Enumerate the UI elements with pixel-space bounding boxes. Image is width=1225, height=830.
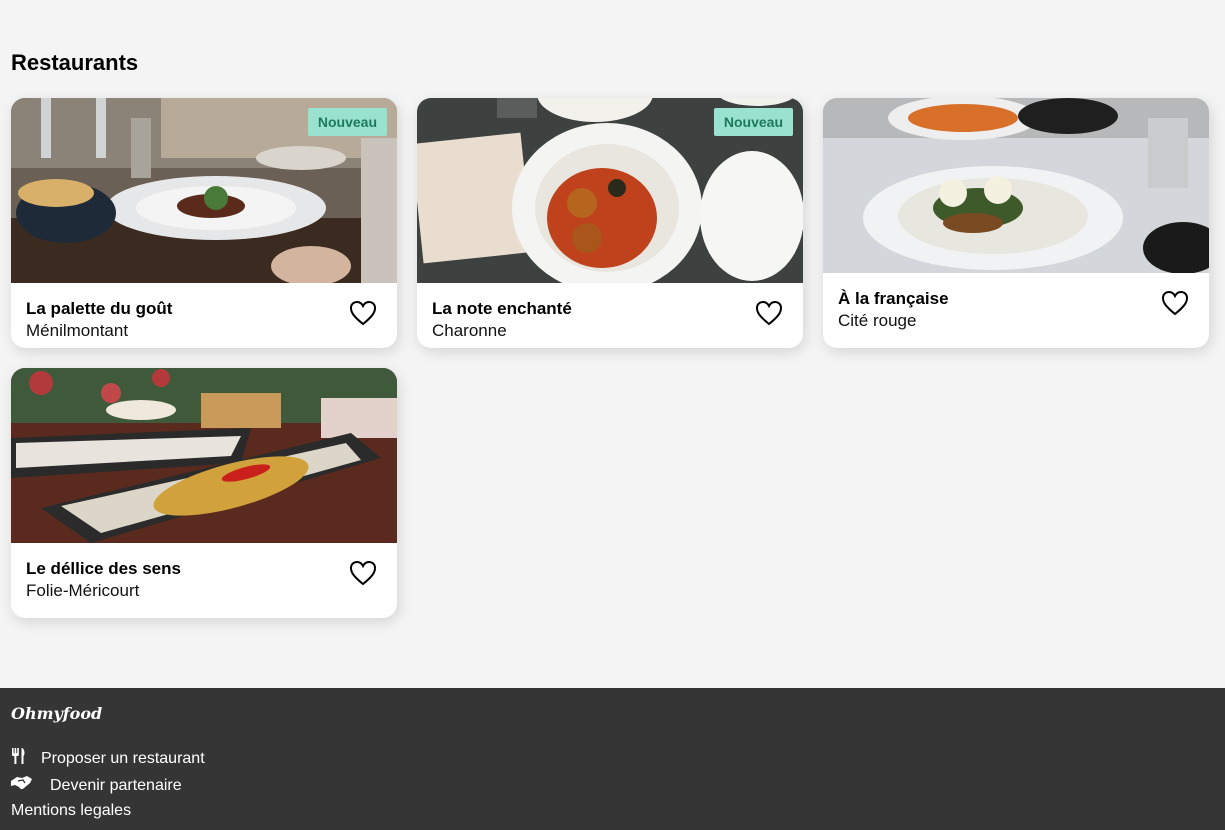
restaurant-name: La palette du goût [26,299,173,318]
restaurant-area: Folie-Méricourt [26,581,140,600]
restaurant-photo [823,98,1209,273]
heart-outline-icon[interactable] [755,300,783,326]
footer-link-become-partner[interactable]: Devenir partenaire [11,775,182,796]
restaurant-area: Cité rouge [838,311,917,330]
restaurant-area: Charonne [432,321,507,340]
restaurant-card[interactable]: À la française Cité rouge [823,98,1209,348]
restaurant-name: À la française [838,289,949,308]
restaurant-card[interactable]: Nouveau La note enchanté Charonne [417,98,803,348]
restaurant-photo [11,368,397,543]
heart-outline-icon[interactable] [349,300,377,326]
footer-link-label: Mentions legales [11,802,132,819]
heart-outline-icon[interactable] [1161,290,1189,316]
footer-link-label: Proposer un restaurant [41,749,205,767]
page-title: Restaurants [11,50,139,75]
footer-link-label: Devenir partenaire [50,776,182,794]
handshake-icon [11,775,32,796]
restaurant-card[interactable]: Le déllice des sens Folie-Méricourt [11,368,397,618]
footer-logo[interactable]: Ohmyfood [11,704,102,723]
restaurant-area: Ménilmontant [26,321,129,340]
restaurant-name: Le déllice des sens [26,559,181,578]
new-badge: Nouveau [713,108,793,136]
restaurant-name: La note enchanté [432,299,572,318]
new-badge: Nouveau [307,108,387,136]
utensils-icon [11,748,27,769]
restaurant-card[interactable]: Nouveau La palette du goût Ménilmontant [11,98,397,348]
site-footer: Ohmyfood Proposer un restaurant Devenir … [0,688,1225,830]
heart-outline-icon[interactable] [349,560,377,586]
footer-link-legal-notices[interactable]: Mentions legales [11,802,131,820]
footer-link-propose-restaurant[interactable]: Proposer un restaurant [11,748,205,769]
